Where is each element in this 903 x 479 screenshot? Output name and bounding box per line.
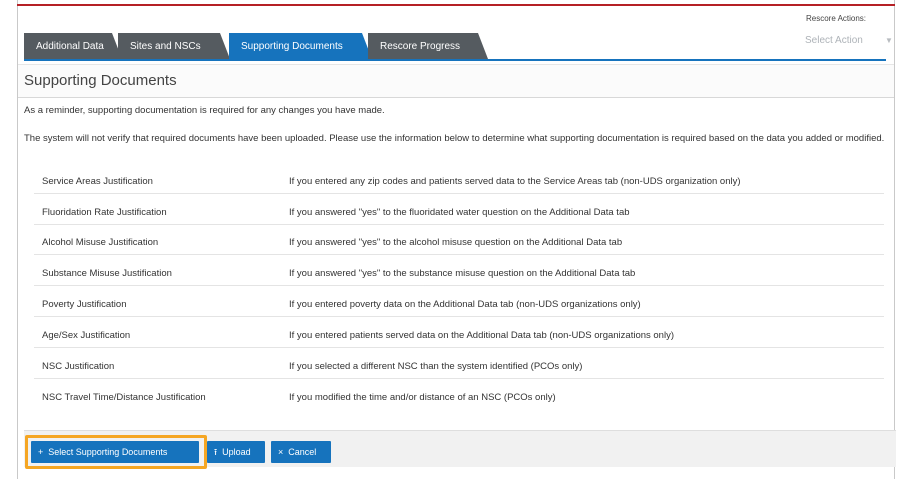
document-description: If you answered "yes" to the fluoridated… xyxy=(289,207,630,218)
tab-additional-data[interactable]: Additional Data xyxy=(24,33,122,59)
cancel-button[interactable]: × Cancel xyxy=(271,441,331,463)
upload-button[interactable]: ⭱ Upload xyxy=(207,441,265,463)
close-icon: × xyxy=(278,447,284,457)
document-row: Service Areas Justification If you enter… xyxy=(34,170,884,194)
title-bar: Supporting Documents xyxy=(18,64,894,98)
document-name: Substance Misuse Justification xyxy=(42,268,172,279)
document-name: NSC Travel Time/Distance Justification xyxy=(42,392,206,403)
document-row: Alcohol Misuse Justification If you answ… xyxy=(34,231,884,255)
document-description: If you answered "yes" to the alcohol mis… xyxy=(289,237,623,248)
select-supporting-documents-button[interactable]: + Select Supporting Documents xyxy=(31,441,199,463)
rescore-actions-label: Rescore Actions: xyxy=(806,14,867,23)
page-title: Supporting Documents xyxy=(24,72,177,89)
document-description: If you modified the time and/or distance… xyxy=(289,392,556,403)
document-name: Poverty Justification xyxy=(42,299,127,310)
document-description: If you entered poverty data on the Addit… xyxy=(289,299,641,310)
document-description: If you selected a different NSC than the… xyxy=(289,361,583,372)
document-name: Fluoridation Rate Justification xyxy=(42,207,167,218)
tab-sites-and-nscs[interactable]: Sites and NSCs xyxy=(118,33,230,59)
document-row: Substance Misuse Justification If you an… xyxy=(34,262,884,286)
document-row: Poverty Justification If you entered pov… xyxy=(34,293,884,317)
reminder-text: As a reminder, supporting documentation … xyxy=(24,105,385,116)
rescore-action-select[interactable]: Select Action ▼ xyxy=(805,32,893,50)
document-name: NSC Justification xyxy=(42,361,115,372)
document-name: Age/Sex Justification xyxy=(42,330,131,341)
document-description: If you entered any zip codes and patient… xyxy=(289,176,741,187)
document-row: NSC Justification If you selected a diff… xyxy=(34,355,884,379)
document-row: NSC Travel Time/Distance Justification I… xyxy=(34,386,884,410)
document-row: Age/Sex Justification If you entered pat… xyxy=(34,324,884,348)
chevron-down-icon: ▼ xyxy=(885,36,893,45)
document-description: If you entered patients served data on t… xyxy=(289,330,674,341)
document-name: Service Areas Justification xyxy=(42,176,153,187)
rescore-select-value: Select Action xyxy=(805,35,863,46)
top-rule xyxy=(17,4,895,6)
tab-underline xyxy=(24,59,886,61)
upload-icon: ⭱ xyxy=(214,447,218,457)
document-row: Fluoridation Rate Justification If you a… xyxy=(34,201,884,225)
upload-button-label: Upload xyxy=(222,447,251,457)
tab-rescore-progress[interactable]: Rescore Progress xyxy=(368,33,488,59)
document-description: If you answered "yes" to the substance m… xyxy=(289,268,636,279)
cancel-button-label: Cancel xyxy=(288,447,317,457)
tab-supporting-documents[interactable]: Supporting Documents xyxy=(229,33,372,59)
select-button-label: Select Supporting Documents xyxy=(48,447,168,457)
instructions-text: The system will not verify that required… xyxy=(24,133,885,144)
plus-icon: + xyxy=(38,447,44,457)
document-name: Alcohol Misuse Justification xyxy=(42,237,159,248)
